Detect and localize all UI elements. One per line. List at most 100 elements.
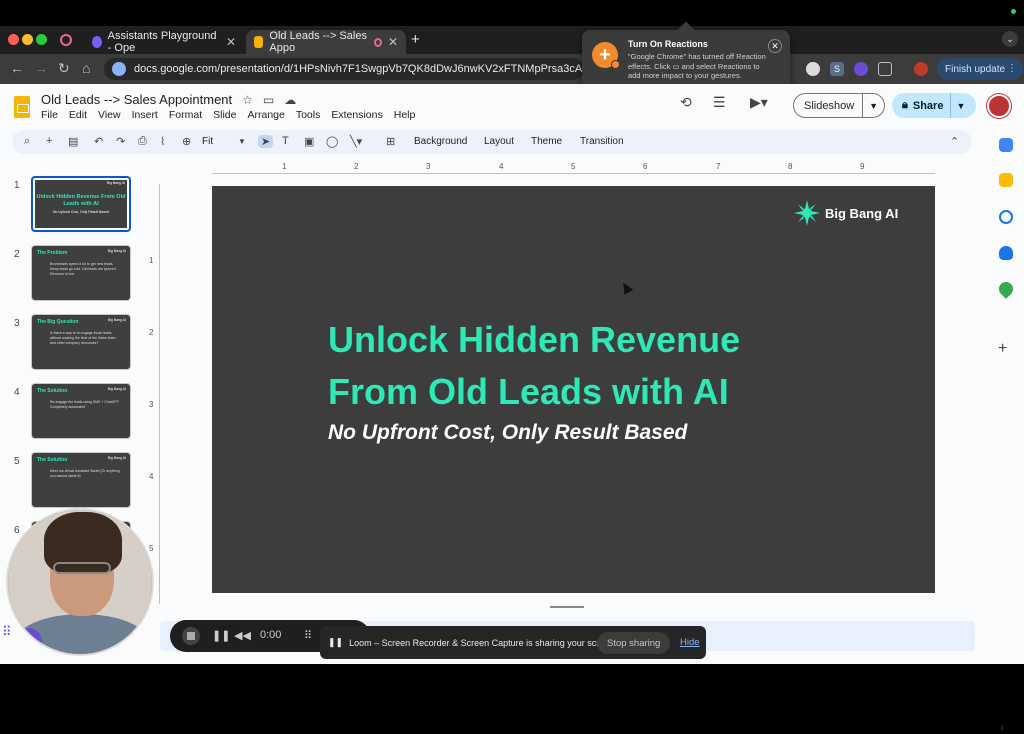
extension-ghost-icon[interactable]: [806, 62, 820, 76]
close-notification-icon[interactable]: ✕: [768, 39, 782, 53]
slide-thumb[interactable]: Big Bang AI Unlock Hidden Revenue From O…: [31, 176, 131, 232]
stop-recording-button[interactable]: [182, 627, 200, 645]
shape-icon[interactable]: ◯: [326, 135, 338, 148]
slide-subtitle[interactable]: No Upfront Cost, Only Result Based: [328, 421, 687, 445]
loom-tab-icon[interactable]: [60, 34, 72, 46]
meet-camera-icon[interactable]: ▶▾: [750, 94, 768, 111]
menu-insert[interactable]: Insert: [132, 109, 158, 121]
share-dropdown-icon[interactable]: ▼: [951, 101, 965, 111]
avatar[interactable]: [987, 94, 1011, 118]
site-info-icon[interactable]: [112, 62, 126, 76]
star-icon[interactable]: ☆: [242, 93, 253, 107]
close-tab-icon[interactable]: ✕: [388, 35, 398, 49]
zoom-icon[interactable]: ⊕: [182, 135, 191, 148]
new-slide-icon[interactable]: +: [46, 135, 52, 147]
theme-button[interactable]: Theme: [531, 136, 562, 147]
slide-thumb[interactable]: Big Bang AI The Solution Meet our virtua…: [31, 452, 131, 508]
share-button[interactable]: 🔒︎ Share ▼: [892, 93, 976, 118]
thumb-title: The Problem: [37, 250, 68, 256]
close-window-button[interactable]: [8, 34, 19, 45]
redo-icon[interactable]: ↷: [116, 135, 125, 148]
menu-help[interactable]: Help: [394, 109, 416, 121]
add-addon-icon[interactable]: +: [998, 340, 1007, 358]
layout-button[interactable]: Layout: [484, 136, 514, 147]
restart-icon[interactable]: ◀◀: [234, 629, 251, 642]
tab-assistants-playground[interactable]: Assistants Playground - Ope ✕: [84, 30, 244, 54]
background-button[interactable]: Background: [414, 136, 467, 147]
menu-extensions[interactable]: Extensions: [331, 109, 382, 121]
drag-handle-icon[interactable]: ⠿: [2, 624, 12, 640]
ruler-tick: 4: [499, 162, 504, 171]
finish-update-button[interactable]: Finish update ⋮: [937, 58, 1024, 80]
slide-title[interactable]: Unlock Hidden Revenue From Old Leads wit…: [328, 314, 888, 418]
menu-file[interactable]: File: [41, 109, 58, 121]
slideshow-dropdown-icon[interactable]: ▼: [863, 101, 878, 111]
cloud-status-icon[interactable]: ☁: [284, 93, 296, 107]
slide-thumb[interactable]: Big Bang AI The Problem Businesses spend…: [31, 245, 131, 301]
line-icon[interactable]: ╲▾: [350, 135, 362, 148]
select-cursor-icon[interactable]: ➤: [258, 135, 274, 148]
home-icon[interactable]: ⌂: [82, 60, 90, 76]
keep-icon[interactable]: [999, 173, 1013, 187]
profile-icon[interactable]: [914, 62, 928, 76]
zoom-select[interactable]: Fit: [202, 136, 213, 147]
menu-slide[interactable]: Slide: [213, 109, 236, 121]
contacts-icon[interactable]: [999, 246, 1013, 260]
sharing-message: Loom – Screen Recorder & Screen Capture …: [349, 637, 617, 648]
slideshow-button[interactable]: Slideshow ▼: [793, 93, 885, 118]
tasks-icon[interactable]: [999, 210, 1013, 224]
move-folder-icon[interactable]: ▭: [263, 93, 274, 107]
document-title[interactable]: Old Leads --> Sales Appointment: [41, 92, 232, 107]
new-tab-button[interactable]: +: [411, 31, 420, 48]
calendar-icon[interactable]: [999, 138, 1013, 152]
pause-icon[interactable]: ❚❚: [212, 629, 230, 642]
menu-arrange[interactable]: Arrange: [247, 109, 284, 121]
stop-sharing-button[interactable]: Stop sharing: [597, 632, 671, 654]
image-icon[interactable]: ▣: [304, 135, 314, 148]
comments-icon[interactable]: ☰: [713, 94, 726, 111]
slide-canvas[interactable]: Big Bang AI Unlock Hidden Revenue From O…: [212, 186, 935, 593]
canvas-scrollbar[interactable]: [550, 606, 584, 608]
version-history-icon[interactable]: ⟲: [680, 94, 692, 111]
expand-panel-chevron-icon[interactable]: ›: [1000, 722, 1004, 734]
menu-tools[interactable]: Tools: [296, 109, 321, 121]
more-menu-icon[interactable]: ⋮: [1007, 63, 1017, 74]
menu-view[interactable]: View: [98, 109, 121, 121]
slide-thumb[interactable]: Big Bang AI The Solution Re-engage the l…: [31, 383, 131, 439]
menu-format[interactable]: Format: [169, 109, 202, 121]
side-panel: +: [988, 130, 1024, 664]
maximize-window-button[interactable]: [36, 34, 47, 45]
print-icon[interactable]: ⎙: [138, 135, 147, 148]
slides-logo-icon[interactable]: [14, 96, 30, 118]
slide-layout-icon[interactable]: ▤: [68, 135, 78, 148]
comment-add-icon[interactable]: ⊞: [386, 135, 395, 148]
close-tab-icon[interactable]: ✕: [226, 35, 236, 49]
address-bar[interactable]: docs.google.com/presentation/d/1HPsNivh7…: [104, 58, 584, 80]
webcam-bubble[interactable]: [6, 508, 154, 656]
hide-link[interactable]: Hide: [680, 637, 700, 648]
slide-thumb[interactable]: Big Bang AI The Big Question Is there a …: [31, 314, 131, 370]
minimize-window-button[interactable]: [22, 34, 33, 45]
loom-logo-icon[interactable]: [16, 628, 42, 654]
reload-icon[interactable]: ↻: [58, 60, 70, 77]
menu-bar: File Edit View Insert Format Slide Arran…: [41, 109, 415, 121]
collapse-toolbar-icon[interactable]: ⌃: [950, 135, 959, 148]
zoom-dropdown-icon[interactable]: ▼: [238, 137, 246, 146]
tab-old-leads[interactable]: Old Leads --> Sales Appo ✕: [246, 30, 406, 54]
extensions-puzzle-icon[interactable]: [878, 62, 892, 76]
forward-arrow-icon[interactable]: →: [34, 60, 48, 76]
undo-icon[interactable]: ↶: [94, 135, 103, 148]
url-text: docs.google.com/presentation/d/1HPsNivh7…: [134, 63, 584, 75]
menu-edit[interactable]: Edit: [69, 109, 87, 121]
transition-button[interactable]: Transition: [580, 136, 624, 147]
thumb-logo: Big Bang AI: [107, 249, 126, 253]
search-menus-icon[interactable]: ⌕: [24, 135, 30, 148]
tab-search-chevron-icon[interactable]: ⌄: [1002, 31, 1018, 47]
paint-format-icon[interactable]: ⌇: [160, 135, 165, 148]
extension-loom-icon[interactable]: [854, 62, 868, 76]
text-box-icon[interactable]: T: [282, 135, 289, 147]
extension-s-icon[interactable]: S: [830, 62, 844, 76]
back-arrow-icon[interactable]: ←: [10, 60, 24, 76]
recorder-drag-icon[interactable]: ⠿: [304, 629, 312, 642]
maps-icon[interactable]: [996, 279, 1016, 299]
